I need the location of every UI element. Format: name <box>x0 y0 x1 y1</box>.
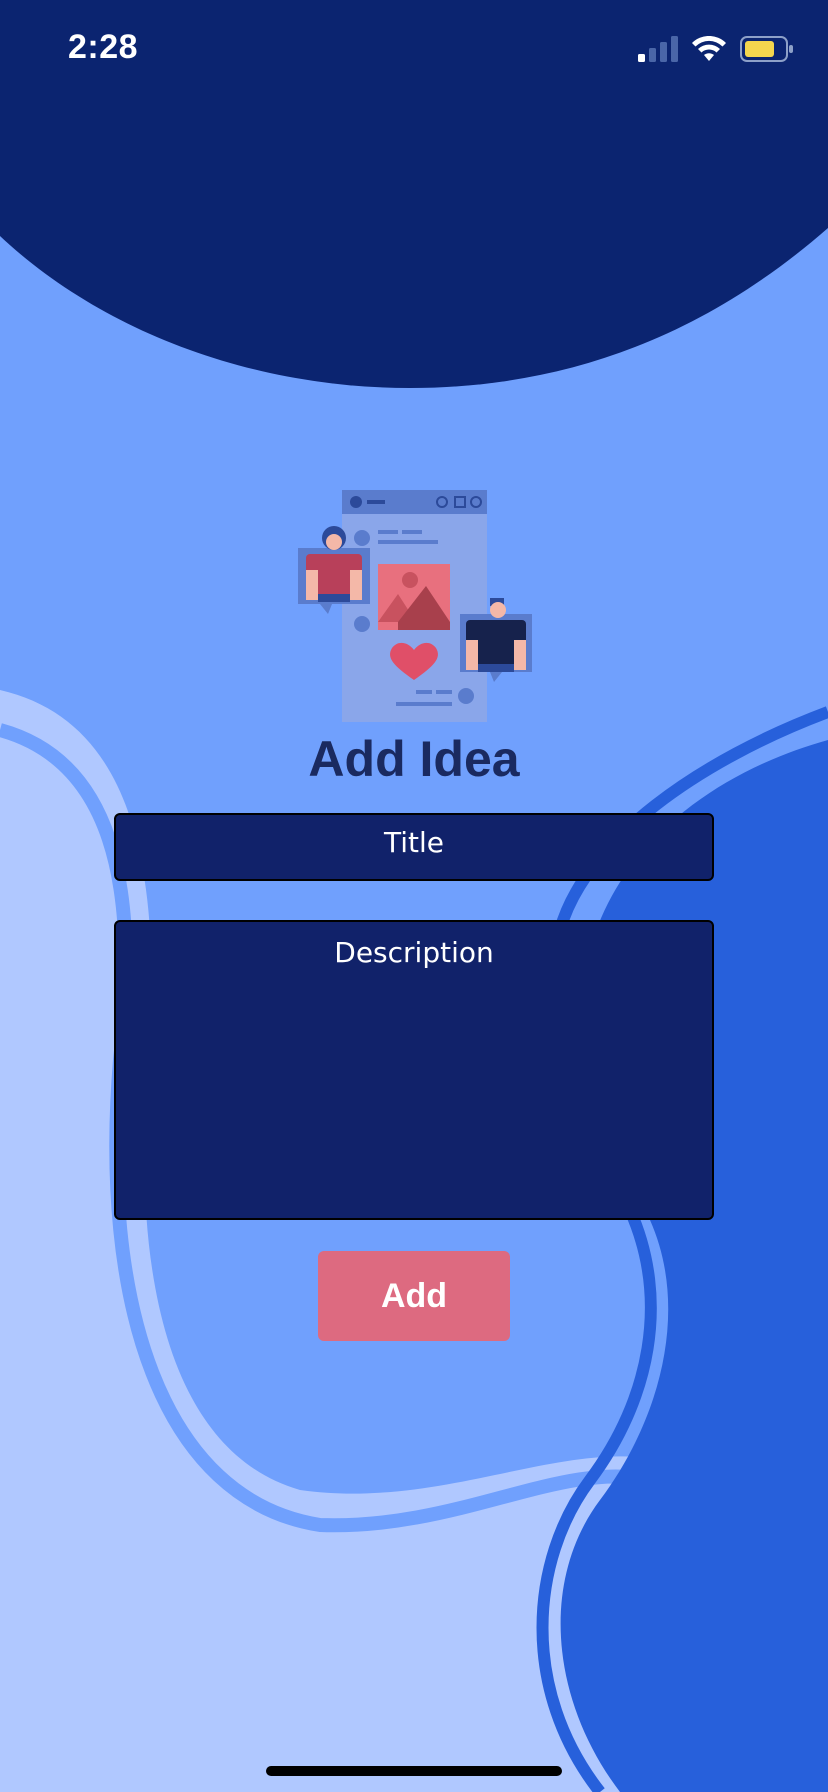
status-time: 2:28 <box>68 28 139 66</box>
background-art <box>0 0 828 1792</box>
wifi-icon <box>692 36 726 61</box>
social-media-post-illustration <box>298 490 532 722</box>
title-input[interactable]: Title <box>114 813 714 881</box>
home-indicator[interactable] <box>266 1766 562 1776</box>
add-button[interactable]: Add <box>318 1251 510 1341</box>
status-icons <box>638 36 794 62</box>
cellular-signal-icon <box>638 36 678 62</box>
battery-icon <box>740 36 793 62</box>
page-title: Add Idea <box>308 731 520 787</box>
description-input[interactable]: Description <box>114 920 714 1220</box>
status-bar: 2:28 <box>0 0 828 100</box>
